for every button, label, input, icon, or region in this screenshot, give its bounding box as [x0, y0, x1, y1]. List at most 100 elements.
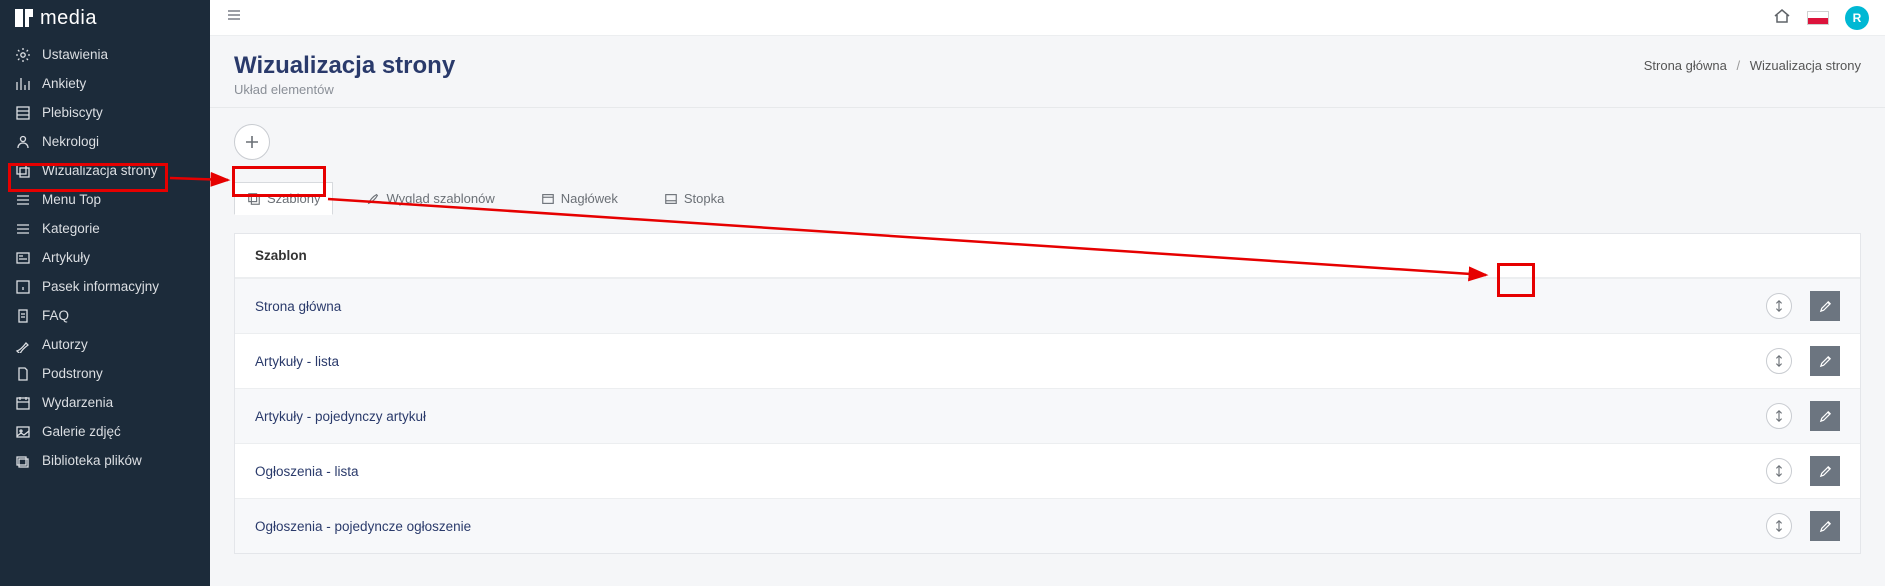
sidebar-item-wizualizacja[interactable]: Wizualizacja strony	[0, 156, 210, 185]
template-name-link[interactable]: Strona główna	[255, 299, 341, 314]
sidebar-item-label: Artykuły	[42, 250, 90, 265]
brand-logo[interactable]: media	[0, 0, 210, 36]
sidebar-item-label: Menu Top	[42, 192, 101, 207]
tab-naglowek[interactable]: Nagłówek	[528, 182, 631, 215]
edit-button[interactable]	[1810, 456, 1840, 486]
template-name-link[interactable]: Ogłoszenia - pojedyncze ogłoszenie	[255, 519, 471, 534]
content: Szablony Wygląd szablonów Nagłówek Stopk…	[210, 108, 1885, 570]
sidebar-item-label: Ustawienia	[42, 47, 108, 62]
sidebar-item-ankiety[interactable]: Ankiety	[0, 69, 210, 98]
main: R Wizualizacja strony Układ elementów St…	[210, 0, 1885, 586]
sidebar-item-label: Plebiscyty	[42, 105, 103, 120]
breadcrumb-separator: /	[1736, 58, 1740, 73]
calendar-icon	[14, 394, 32, 412]
sidebar-item-autorzy[interactable]: Autorzy	[0, 330, 210, 359]
updown-icon	[1772, 299, 1786, 313]
breadcrumb-home[interactable]: Strona główna	[1644, 58, 1727, 73]
person-icon	[14, 133, 32, 151]
table-row: Strona główna	[235, 278, 1860, 333]
sidebar-item-faq[interactable]: FAQ	[0, 301, 210, 330]
table-row: Ogłoszenia - lista	[235, 443, 1860, 498]
tab-wyglad[interactable]: Wygląd szablonów	[353, 182, 507, 215]
sidebar-item-biblioteka[interactable]: Biblioteka plików	[0, 446, 210, 475]
brand-name: media	[40, 7, 97, 30]
brand-mark-icon	[14, 8, 34, 28]
edit-icon	[1818, 299, 1833, 314]
updown-icon	[1772, 354, 1786, 368]
page-title: Wizualizacja strony	[234, 52, 455, 80]
sidebar-nav: Ustawienia Ankiety Plebiscyty Nekrologi …	[0, 36, 210, 475]
template-name-link[interactable]: Artykuły - pojedynczy artykuł	[255, 409, 426, 424]
home-icon	[1773, 7, 1791, 25]
sidebar-item-artykuly[interactable]: Artykuły	[0, 243, 210, 272]
sidebar-item-nekrologi[interactable]: Nekrologi	[0, 127, 210, 156]
sidebar-item-label: Biblioteka plików	[42, 453, 142, 468]
sidebar-item-label: FAQ	[42, 308, 69, 323]
pen-icon	[14, 336, 32, 354]
sidebar: media Ustawienia Ankiety Plebiscyty Nekr…	[0, 0, 210, 586]
reorder-button[interactable]	[1766, 513, 1792, 539]
table-row: Artykuły - pojedynczy artykuł	[235, 388, 1860, 443]
news-icon	[14, 249, 32, 267]
sidebar-item-galerie[interactable]: Galerie zdjęć	[0, 417, 210, 446]
image-icon	[14, 423, 32, 441]
edit-button[interactable]	[1810, 291, 1840, 321]
home-button[interactable]	[1773, 7, 1791, 28]
sidebar-item-podstrony[interactable]: Podstrony	[0, 359, 210, 388]
reorder-button[interactable]	[1766, 293, 1792, 319]
edit-button[interactable]	[1810, 401, 1840, 431]
breadcrumb-current: Wizualizacja strony	[1750, 58, 1861, 73]
table-header: Szablon	[235, 234, 1860, 278]
sidebar-item-menutop[interactable]: Menu Top	[0, 185, 210, 214]
tab-szablony[interactable]: Szablony	[234, 182, 333, 215]
edit-icon	[1818, 354, 1833, 369]
updown-icon	[1772, 409, 1786, 423]
sidebar-item-pasek[interactable]: Pasek informacyjny	[0, 272, 210, 301]
footer-icon	[664, 192, 678, 206]
grid-icon	[14, 104, 32, 122]
sidebar-item-label: Wizualizacja strony	[42, 163, 158, 178]
chart-icon	[14, 75, 32, 93]
page-header: Wizualizacja strony Układ elementów Stro…	[210, 36, 1885, 108]
header-icon	[541, 192, 555, 206]
sidebar-item-label: Nekrologi	[42, 134, 99, 149]
sidebar-item-label: Pasek informacyjny	[42, 279, 159, 294]
plus-icon	[244, 134, 260, 150]
edit-button[interactable]	[1810, 511, 1840, 541]
sidebar-item-ustawienia[interactable]: Ustawienia	[0, 40, 210, 69]
tab-label: Nagłówek	[561, 191, 618, 206]
sidebar-item-label: Galerie zdjęć	[42, 424, 121, 439]
sidebar-item-label: Kategorie	[42, 221, 100, 236]
info-icon	[14, 278, 32, 296]
tab-label: Szablony	[267, 191, 320, 206]
tabs: Szablony Wygląd szablonów Nagłówek Stopk…	[234, 182, 1861, 215]
layers-icon	[247, 192, 261, 206]
gear-icon	[14, 46, 32, 64]
tab-stopka[interactable]: Stopka	[651, 182, 737, 215]
template-name-link[interactable]: Artykuły - lista	[255, 354, 339, 369]
add-template-button[interactable]	[234, 124, 270, 160]
sidebar-item-label: Autorzy	[42, 337, 88, 352]
table-row: Ogłoszenia - pojedyncze ogłoszenie	[235, 498, 1860, 553]
tab-label: Stopka	[684, 191, 724, 206]
reorder-button[interactable]	[1766, 348, 1792, 374]
sidebar-item-wydarzenia[interactable]: Wydarzenia	[0, 388, 210, 417]
edit-button[interactable]	[1810, 346, 1840, 376]
language-flag-pl[interactable]	[1807, 11, 1829, 25]
brush-icon	[366, 192, 380, 206]
reorder-button[interactable]	[1766, 458, 1792, 484]
sidebar-item-kategorie[interactable]: Kategorie	[0, 214, 210, 243]
sidebar-item-label: Podstrony	[42, 366, 103, 381]
sidebar-item-plebiscyty[interactable]: Plebiscyty	[0, 98, 210, 127]
sidebar-item-label: Ankiety	[42, 76, 86, 91]
edit-icon	[1818, 519, 1833, 534]
updown-icon	[1772, 519, 1786, 533]
user-avatar[interactable]: R	[1845, 6, 1869, 30]
list-icon	[14, 220, 32, 238]
sidebar-toggle-button[interactable]	[226, 7, 242, 28]
avatar-initial: R	[1853, 11, 1862, 25]
template-name-link[interactable]: Ogłoszenia - lista	[255, 464, 359, 479]
sidebar-item-label: Wydarzenia	[42, 395, 113, 410]
topbar: R	[210, 0, 1885, 36]
reorder-button[interactable]	[1766, 403, 1792, 429]
